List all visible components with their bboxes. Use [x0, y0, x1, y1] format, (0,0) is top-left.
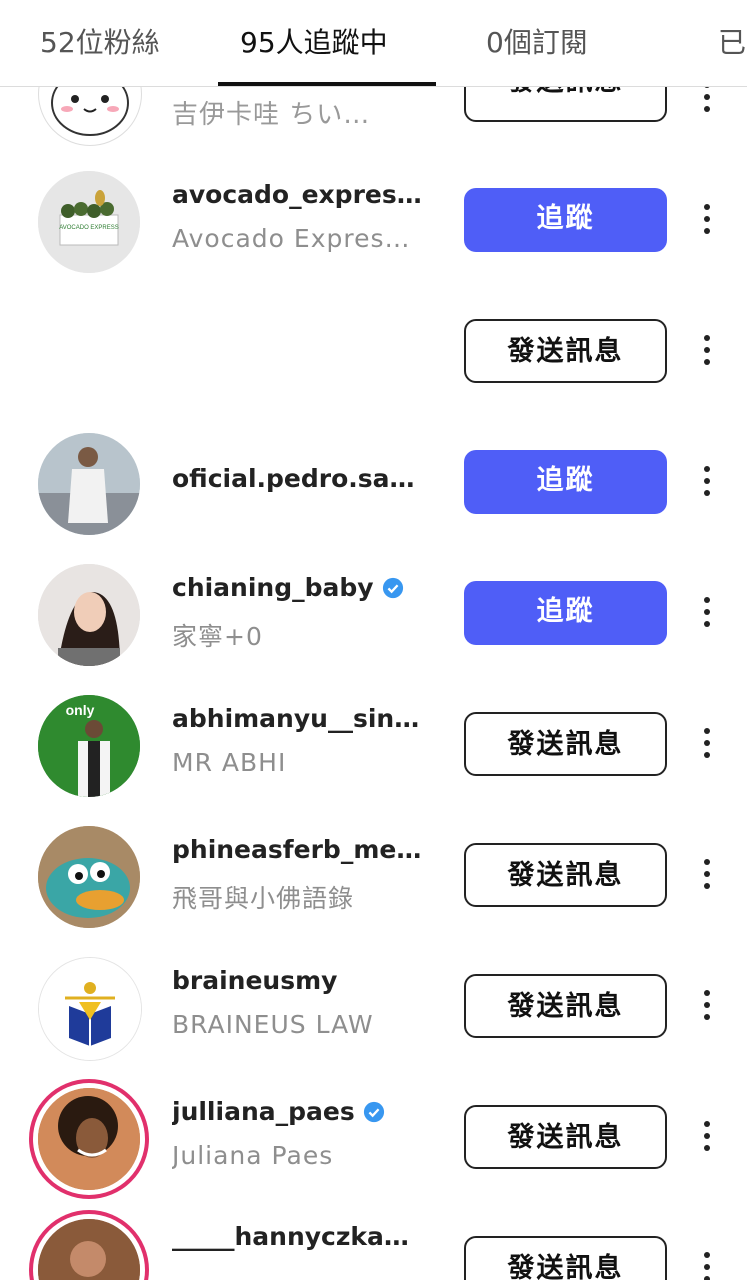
tab-followers[interactable]: 52位粉絲 — [40, 0, 160, 86]
person-photo-icon — [38, 433, 140, 535]
avatar[interactable]: only — [38, 695, 140, 797]
tab-subscriptions[interactable]: 0個訂閱 — [486, 0, 588, 86]
list-item[interactable]: 發送訊息 — [0, 287, 747, 417]
more-options-icon[interactable] — [697, 335, 717, 371]
law-book-logo-icon — [39, 958, 141, 1060]
more-options-icon[interactable] — [697, 859, 717, 895]
display-name: Juliana Paes — [172, 1141, 334, 1170]
message-button[interactable]: 發送訊息 — [464, 974, 667, 1038]
list-item[interactable]: julliana_paes Juliana Paes 發送訊息 — [0, 1073, 747, 1203]
username[interactable]: _____hannyczka… — [172, 1222, 409, 1251]
tab-bar: 52位粉絲 95人追蹤中 0個訂閱 已 — [0, 0, 747, 87]
list-item[interactable]: AVOCADO EXPRESS avocado_expres… Avocado … — [0, 156, 747, 286]
more-options-icon[interactable] — [697, 466, 717, 502]
message-button[interactable]: 發送訊息 — [464, 843, 667, 907]
list-item[interactable]: only abhimanyu__sin… MR ABHI 發送訊息 — [0, 680, 747, 810]
avatar-logo-text: only — [66, 702, 95, 718]
avatar-with-story-ring[interactable] — [38, 1088, 140, 1190]
more-options-icon[interactable] — [697, 204, 717, 240]
username-text: julliana_paes — [172, 1097, 355, 1126]
avatar[interactable] — [38, 957, 142, 1061]
more-options-icon[interactable] — [697, 990, 717, 1026]
display-name: MR ABHI — [172, 748, 287, 777]
message-button[interactable]: 發送訊息 — [464, 1236, 667, 1280]
verified-badge-icon — [382, 577, 403, 599]
display-name: 飛哥與小佛語錄 — [172, 884, 355, 913]
tab-more[interactable]: 已 — [718, 0, 746, 86]
message-button[interactable]: 發送訊息 — [464, 319, 667, 383]
username[interactable]: braineusmy — [172, 966, 337, 995]
verified-badge-icon — [363, 1101, 384, 1123]
avatar-with-story-ring[interactable] — [38, 1219, 140, 1280]
follow-button[interactable]: 追蹤 — [464, 581, 667, 645]
username[interactable]: phineasferb_me… — [172, 835, 421, 864]
display-name: 家寧+0 — [172, 622, 263, 651]
avocado-box-icon: AVOCADO EXPRESS — [38, 171, 140, 273]
more-options-icon[interactable] — [697, 597, 717, 633]
more-options-icon[interactable] — [697, 82, 717, 118]
list-item[interactable]: chianing_baby 家寧+0 追蹤 — [0, 549, 747, 679]
message-button[interactable]: 發送訊息 — [464, 1105, 667, 1169]
avatar[interactable]: AVOCADO EXPRESS — [38, 171, 140, 273]
display-name: Avocado Expres… — [172, 224, 411, 253]
username[interactable]: avocado_expres… — [172, 180, 422, 209]
tab-following[interactable]: 95人追蹤中 — [240, 0, 388, 86]
platypus-cartoon-icon — [38, 826, 140, 928]
person-photo-icon — [38, 564, 140, 666]
display-name: 吉伊卡哇 ちい… — [172, 100, 371, 130]
username[interactable]: oficial.pedro.sa… — [172, 464, 415, 493]
more-options-icon[interactable] — [697, 1252, 717, 1280]
message-button[interactable]: 發送訊息 — [464, 712, 667, 776]
person-photo-icon — [38, 1088, 140, 1190]
person-photo-icon: only — [38, 695, 140, 797]
person-photo-icon — [38, 1219, 140, 1280]
username[interactable]: julliana_paes — [172, 1097, 385, 1126]
avatar[interactable] — [38, 826, 140, 928]
follow-button[interactable]: 追蹤 — [464, 188, 667, 252]
list-item[interactable]: oficial.pedro.sa… 追蹤 — [0, 418, 747, 548]
username[interactable]: chianing_baby — [172, 573, 404, 602]
more-options-icon[interactable] — [697, 1121, 717, 1157]
username[interactable]: abhimanyu__sin… — [172, 704, 419, 733]
avatar[interactable] — [38, 433, 140, 535]
active-tab-indicator — [218, 82, 436, 86]
display-name: BRAINEUS LAW — [172, 1010, 374, 1039]
list-item[interactable]: phineasferb_me… 飛哥與小佛語錄 發送訊息 — [0, 811, 747, 941]
avatar[interactable] — [38, 564, 140, 666]
list-item[interactable]: braineusmy BRAINEUS LAW 發送訊息 — [0, 942, 747, 1072]
username-text: chianing_baby — [172, 573, 374, 602]
list-item[interactable]: _____hannyczka… 發送訊息 — [0, 1204, 747, 1280]
follow-button[interactable]: 追蹤 — [464, 450, 667, 514]
avocado-logo-text: AVOCADO EXPRESS — [59, 225, 119, 231]
more-options-icon[interactable] — [697, 728, 717, 764]
